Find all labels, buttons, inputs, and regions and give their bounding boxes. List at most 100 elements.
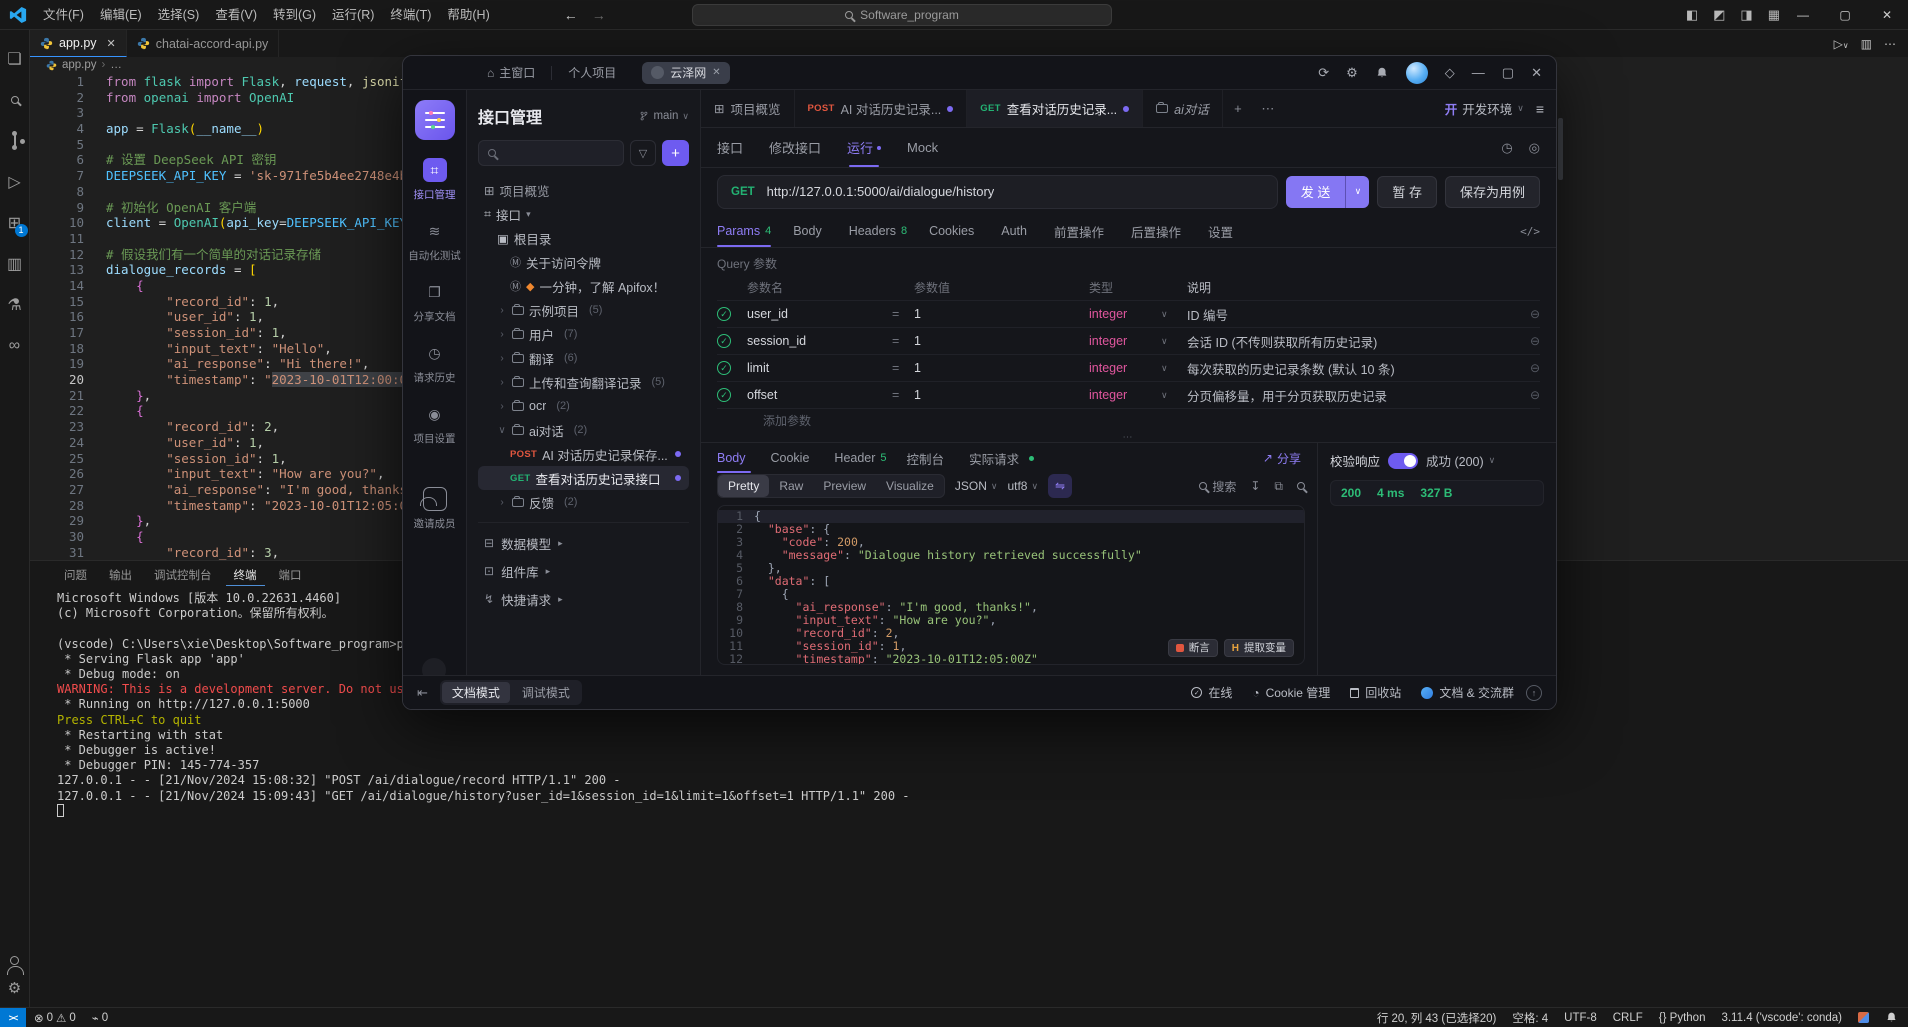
main-window-tab[interactable]: ⌂ 主窗口 (487, 64, 535, 81)
word-wrap-icon[interactable]: ⇋ (1048, 474, 1072, 498)
encoding-dropdown[interactable]: utf8∨ (1007, 479, 1038, 493)
menu-item[interactable]: 终端(T) (382, 0, 439, 30)
panel-tab[interactable]: 问题 (56, 564, 95, 586)
status-item[interactable]: 3.11.4 ('vscode': conda) (1713, 1012, 1850, 1024)
response-tab[interactable]: 实际请求 (969, 443, 1034, 473)
sync-icon[interactable]: ⟳ (1318, 65, 1329, 81)
rail-item[interactable]: ⌗ 接口管理 (414, 158, 456, 202)
settings-gear-icon[interactable]: ⚙ (1346, 65, 1358, 81)
status-item[interactable]: {} Python (1651, 1012, 1714, 1024)
mode-tab[interactable]: 修改接口 (769, 128, 821, 167)
panel-tab[interactable]: 终端 (226, 564, 265, 586)
tree-item[interactable]: ∨ ai对话 (2) (478, 418, 689, 442)
editor-scrollbar[interactable] (1558, 118, 1563, 180)
split-editor-icon[interactable]: ▥ (1861, 37, 1872, 51)
collapse-sidebar-icon[interactable]: ⇤ (417, 685, 428, 701)
param-row[interactable]: ✓ offset = 1 integer ∨ 分页偏移量，用于分页获取历史记录 … (717, 381, 1540, 408)
menu-item[interactable]: 运行(R) (324, 0, 382, 30)
extensions-icon[interactable]: ⊞1 (0, 202, 30, 243)
document-tab[interactable]: ⊞ 项目概览 (701, 90, 795, 127)
mode-tab[interactable]: 接口 (717, 128, 743, 167)
mode-tab[interactable]: 运行 (847, 128, 881, 167)
project-tab-close-icon[interactable]: ✕ (712, 67, 720, 78)
maximize-button[interactable]: ▢ (1824, 0, 1866, 30)
customize-layout-icon[interactable]: ▦ (1768, 7, 1780, 23)
account-icon[interactable] (10, 956, 19, 965)
tree-item[interactable]: › 用户 (7) (478, 322, 689, 346)
project-tab[interactable]: 云泽网 ✕ (642, 62, 729, 84)
tree-item[interactable]: › 反馈 (2) (478, 490, 689, 514)
share-button[interactable]: ↗分享 (1263, 450, 1301, 467)
response-tab[interactable]: Cookie (771, 443, 815, 473)
response-tab[interactable]: Header 5 (834, 443, 886, 473)
env-icon[interactable] (1850, 1012, 1877, 1023)
response-body-viewer[interactable]: 1{2 "base": {3 "code": 200,4 "message": … (717, 505, 1305, 665)
tree-item[interactable]: ⊞ 项目概览 (478, 178, 689, 202)
menu-icon[interactable]: ≡ (1536, 101, 1544, 117)
splitter-handle[interactable]: ⋯ (701, 432, 1556, 442)
tab-close-icon[interactable]: ✕ (107, 37, 116, 50)
sidebar-section[interactable]: ⊡ 组件库 ▸ (478, 557, 689, 585)
response-tab[interactable]: 控制台 (907, 443, 950, 473)
toggle-sidebar-icon[interactable]: ◧ (1686, 7, 1698, 23)
tree-item[interactable]: › 上传和查询翻译记录 (5) (478, 370, 689, 394)
status-item[interactable]: CRLF (1605, 1012, 1651, 1024)
view-mode-segment[interactable]: Visualize (876, 475, 944, 497)
pin-window-icon[interactable]: ◇ (1445, 65, 1455, 81)
add-new-button[interactable]: + (662, 140, 689, 166)
api-settings-icon[interactable]: ◎ (1529, 140, 1540, 156)
add-param-button[interactable]: 添加参数 (717, 408, 1540, 432)
debug-mode-button[interactable]: 调试模式 (512, 682, 580, 703)
extract-variable-button[interactable]: H提取变量 (1224, 639, 1294, 657)
param-row[interactable]: ✓ limit = 1 integer ∨ 每次获取的历史记录条数 (默认 10… (717, 354, 1540, 381)
doc-mode-button[interactable]: 文档模式 (442, 682, 510, 703)
validate-toggle[interactable] (1388, 453, 1418, 469)
request-tab[interactable]: Headers 8 (849, 215, 907, 247)
personal-project-tab[interactable]: 个人项目 (568, 64, 616, 81)
menu-item[interactable]: 转到(G) (265, 0, 324, 30)
new-tab-icon[interactable]: + (1223, 90, 1253, 127)
close-button[interactable]: ✕ (1866, 0, 1908, 30)
ports-status[interactable]: ⌁0 (84, 1011, 116, 1025)
maximize-button[interactable]: ▢ (1502, 65, 1514, 81)
nav-back-icon[interactable]: ← (564, 7, 578, 23)
user-avatar[interactable] (1406, 62, 1428, 84)
run-python-icon[interactable]: ▷∨ (1834, 37, 1849, 51)
menu-item[interactable]: 帮助(H) (439, 0, 497, 30)
code-view-icon[interactable]: </> (1520, 225, 1540, 238)
notifications-bell-icon[interactable] (1877, 1011, 1908, 1024)
more-tabs-icon[interactable]: ⋯ (1253, 90, 1283, 127)
search-icon[interactable] (0, 79, 30, 120)
menu-item[interactable]: 选择(S) (150, 0, 208, 30)
panel-tab[interactable]: 输出 (101, 564, 140, 586)
more-actions-icon[interactable]: ⋯ (1884, 37, 1896, 51)
document-tab[interactable]: GET 查看对话历史记录... (967, 90, 1143, 127)
enabled-check-icon[interactable]: ✓ (717, 361, 731, 375)
tree-item[interactable]: POST AI 对话历史记录保存... (478, 442, 689, 466)
response-tab[interactable]: Body (717, 443, 751, 473)
status-item[interactable]: UTF-8 (1556, 1012, 1605, 1024)
enabled-check-icon[interactable]: ✓ (717, 307, 731, 321)
tree-item[interactable]: › 翻译 (6) (478, 346, 689, 370)
toggle-secondary-sidebar-icon[interactable]: ◨ (1740, 7, 1752, 23)
view-mode-segment[interactable]: Pretty (718, 475, 769, 497)
command-center-search[interactable]: Software_program (692, 4, 1112, 26)
editor-tab[interactable]: chatai-accord-api.py (127, 30, 280, 57)
enabled-check-icon[interactable]: ✓ (717, 388, 731, 402)
view-mode-segment[interactable]: Preview (813, 475, 876, 497)
request-tab[interactable]: 前置操作 (1054, 215, 1109, 247)
panel-tab[interactable]: 端口 (271, 564, 310, 586)
remove-param-icon[interactable]: ⊖ (1514, 334, 1540, 348)
remove-param-icon[interactable]: ⊖ (1514, 361, 1540, 375)
sidebar-section[interactable]: ⊟ 数据模型 ▸ (478, 529, 689, 557)
remove-param-icon[interactable]: ⊖ (1514, 307, 1540, 321)
copy-icon[interactable]: ⧉ (1274, 479, 1283, 494)
tree-item[interactable]: Ⓜ ◆ 一分钟，了解 Apifox！ (478, 274, 689, 298)
request-tab[interactable]: Auth (1001, 215, 1032, 247)
send-options-icon[interactable]: ∨ (1345, 176, 1369, 208)
mode-tab[interactable]: Mock (907, 128, 938, 167)
testing-icon[interactable]: ⚗ (0, 284, 30, 325)
send-button[interactable]: 发 送 (1286, 176, 1346, 208)
request-tab[interactable]: Body (793, 215, 827, 247)
tree-item[interactable]: › 示例项目 (5) (478, 298, 689, 322)
